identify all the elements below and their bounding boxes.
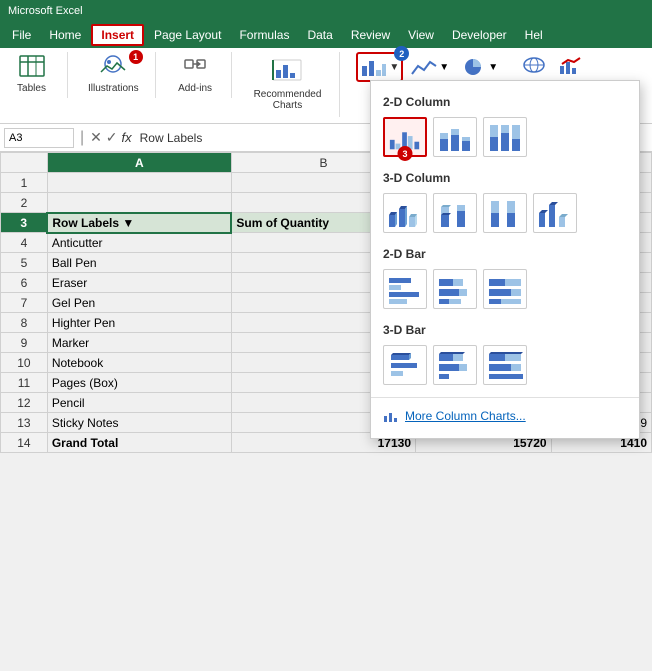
column-chart-small-icon <box>383 408 399 424</box>
cell-A12[interactable]: Pencil <box>47 393 231 413</box>
addins-button[interactable]: Add-ins <box>174 52 216 96</box>
3d-clustered-column-chart[interactable] <box>383 193 427 233</box>
pie-chart-button[interactable]: ▼ <box>456 54 501 80</box>
more-link-text: More Column Charts... <box>405 409 526 423</box>
ribbon-group-illustrations: 1 Illustrations <box>84 52 156 98</box>
addins-icon <box>181 54 209 82</box>
2d-bar-row <box>371 265 639 317</box>
row-header-13[interactable]: 13 <box>1 413 48 433</box>
3d-column-row <box>371 189 639 241</box>
ribbon-group-addins: Add-ins <box>172 52 232 98</box>
2d-column-row: 3 <box>371 113 639 165</box>
other-chart-buttons <box>517 52 589 78</box>
clustered-column-chart[interactable]: 3 <box>383 117 427 157</box>
3d-100pct-column-chart[interactable] <box>483 193 527 233</box>
3d-stacked-bar-chart[interactable] <box>433 345 477 385</box>
ribbon-group-tables: Tables <box>8 52 68 98</box>
row-header-12[interactable]: 12 <box>1 393 48 413</box>
stacked-bar-chart[interactable] <box>433 269 477 309</box>
tables-button[interactable]: Tables <box>12 52 52 96</box>
corner-header <box>1 153 48 173</box>
rec-charts-icon <box>271 56 303 89</box>
row-header-3[interactable]: 3 <box>1 213 48 233</box>
tables-label: Tables <box>17 83 46 94</box>
3d-stacked-column-chart[interactable] <box>433 193 477 233</box>
title-bar: Microsoft Excel <box>0 0 652 22</box>
rec-charts-label: RecommendedCharts <box>254 89 322 111</box>
menu-home[interactable]: Home <box>41 26 89 44</box>
menu-formulas[interactable]: Formulas <box>231 26 297 44</box>
step1-badge: 1 <box>129 50 143 64</box>
recommended-charts-button[interactable]: RecommendedCharts <box>248 52 328 115</box>
stacked-column-chart[interactable] <box>433 117 477 157</box>
cell-A10[interactable]: Notebook <box>47 353 231 373</box>
row-header-4[interactable]: 4 <box>1 233 48 253</box>
row-header-11[interactable]: 11 <box>1 373 48 393</box>
cell-A11[interactable]: Pages (Box) <box>47 373 231 393</box>
illustrations-label: Illustrations <box>88 83 139 94</box>
menu-view[interactable]: View <box>400 26 442 44</box>
more-column-charts-link[interactable]: More Column Charts... <box>371 402 639 430</box>
row-header-9[interactable]: 9 <box>1 333 48 353</box>
combo-chart-button[interactable] <box>555 52 589 78</box>
row-header-10[interactable]: 10 <box>1 353 48 373</box>
menu-file[interactable]: File <box>4 26 39 44</box>
section-3d-column-title: 3-D Column <box>371 165 639 189</box>
cell-A2[interactable] <box>47 193 231 213</box>
cell-A4[interactable]: Anticutter <box>47 233 231 253</box>
formula-icons: ✕ ✓ <box>90 129 117 146</box>
3d-clustered-bar-chart[interactable] <box>383 345 427 385</box>
ribbon-group-rec-charts: RecommendedCharts <box>248 52 341 117</box>
addins-label: Add-ins <box>178 83 212 94</box>
menu-review[interactable]: Review <box>343 26 398 44</box>
row-header-8[interactable]: 8 <box>1 313 48 333</box>
row-header-14[interactable]: 14 <box>1 433 48 453</box>
menu-insert[interactable]: Insert <box>91 24 144 46</box>
row-header-5[interactable]: 5 <box>1 253 48 273</box>
100pct-stacked-column-chart[interactable] <box>483 117 527 157</box>
row-header-2[interactable]: 2 <box>1 193 48 213</box>
map-chart-button[interactable] <box>517 52 551 78</box>
3d-bar-row <box>371 341 639 393</box>
section-3d-bar-title: 3-D Bar <box>371 317 639 341</box>
line-chart-button[interactable]: ▼ <box>407 54 452 80</box>
3d-col-chart[interactable] <box>533 193 577 233</box>
step3-badge: 3 <box>398 146 413 161</box>
cell-A1[interactable] <box>47 173 231 193</box>
title-text: Microsoft Excel <box>8 5 83 17</box>
100pct-stacked-bar-chart[interactable] <box>483 269 527 309</box>
tables-icon <box>18 54 46 82</box>
row-header-1[interactable]: 1 <box>1 173 48 193</box>
cell-A14[interactable]: Grand Total <box>47 433 231 453</box>
cell-A9[interactable]: Marker <box>47 333 231 353</box>
cell-A13[interactable]: Sticky Notes <box>47 413 231 433</box>
illustrations-button[interactable]: 1 Illustrations <box>84 52 143 96</box>
column-chart-container: ▼ 2 <box>356 52 403 82</box>
cell-reference-input[interactable] <box>4 128 74 148</box>
chart-type-dropdown: 2-D Column 3 <box>370 80 640 439</box>
cell-A6[interactable]: Eraser <box>47 273 231 293</box>
clustered-bar-chart[interactable] <box>383 269 427 309</box>
col-header-A[interactable]: A <box>47 153 231 173</box>
cell-A8[interactable]: Highter Pen <box>47 313 231 333</box>
illustrations-icon <box>99 54 127 82</box>
cell-A5[interactable]: Ball Pen <box>47 253 231 273</box>
row-header-7[interactable]: 7 <box>1 293 48 313</box>
menu-help[interactable]: Hel <box>517 26 551 44</box>
menu-data[interactable]: Data <box>299 26 340 44</box>
formula-separator: | <box>78 129 86 147</box>
dropdown-divider <box>371 397 639 398</box>
dropdown-arrow[interactable]: ▼ <box>389 62 399 73</box>
fx-label: fx <box>122 130 132 145</box>
section-2d-column-title: 2-D Column <box>371 89 639 113</box>
menu-page-layout[interactable]: Page Layout <box>146 26 229 44</box>
row-header-6[interactable]: 6 <box>1 273 48 293</box>
chart-type-group: ▼ 2 ▼ ▼ <box>356 52 501 82</box>
cell-A3[interactable]: Row Labels ▼ <box>47 213 231 233</box>
3d-100pct-bar-chart[interactable] <box>483 345 527 385</box>
section-2d-bar-title: 2-D Bar <box>371 241 639 265</box>
cell-A7[interactable]: Gel Pen <box>47 293 231 313</box>
menu-developer[interactable]: Developer <box>444 26 515 44</box>
menu-bar: File Home Insert Page Layout Formulas Da… <box>0 22 652 48</box>
